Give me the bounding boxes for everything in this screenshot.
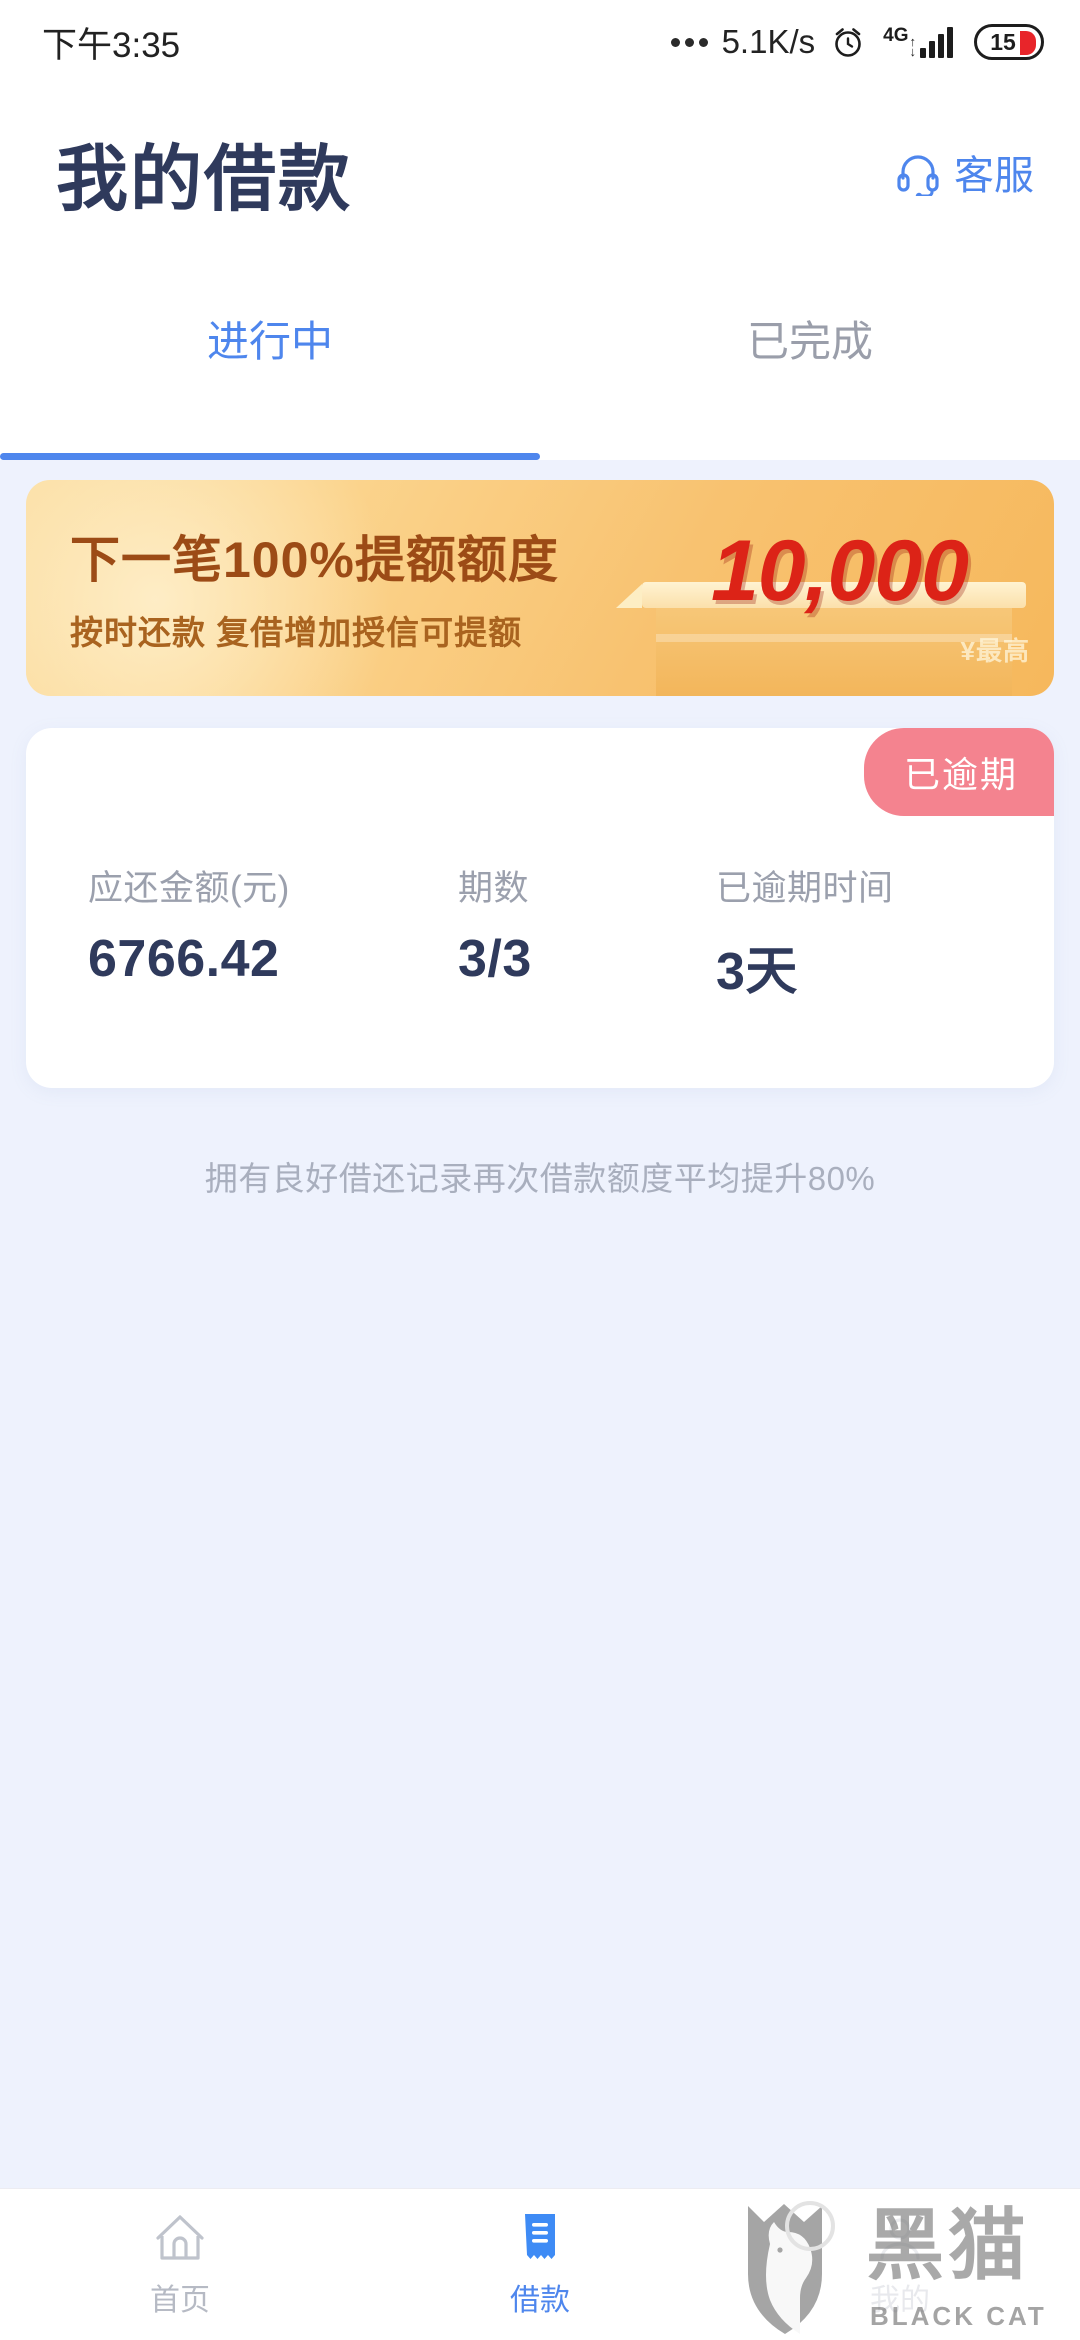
loan-card[interactable]: 已逾期 应还金额(元) 6766.42 期数 3/3 已逾期时间 3天: [26, 728, 1054, 1088]
stat-overdue-time-value: 3天: [716, 943, 798, 1001]
stat-repay-amount-label: 应还金额(元): [88, 869, 290, 908]
stat-installments-value: 3/3: [458, 930, 532, 988]
customer-service-label: 客服: [954, 154, 1034, 198]
stat-overdue-time: 已逾期时间 3天: [716, 860, 994, 1004]
banner-subtitle: 按时还款 复借增加授信可提额: [70, 614, 523, 651]
data-transfer-icon: ↑ ↓: [909, 34, 917, 59]
stat-installments-label: 期数: [458, 869, 530, 908]
nav-item-loan[interactable]: 借款: [360, 2189, 720, 2340]
nav-item-loan-label: 借款: [510, 2283, 570, 2317]
network-speed-text: 5.1K/s: [721, 23, 816, 60]
network-type-label: 4G: [883, 25, 909, 46]
status-bar-clock: 下午3:35: [42, 25, 181, 65]
stat-repay-amount: 应还金额(元) 6766.42: [88, 860, 458, 1004]
page-title: 我的借款: [56, 139, 353, 220]
stat-installments: 期数 3/3: [458, 860, 716, 1004]
headset-icon: [894, 148, 942, 200]
tab-in-progress[interactable]: 进行中: [0, 260, 540, 460]
status-bar: 下午3:35 5.1K/s 4G ↑ ↓ 15: [0, 0, 1080, 84]
credit-tip-note: 拥有良好借还记录再次借款额度平均提升80%: [204, 1160, 876, 1197]
nav-item-home[interactable]: 首页: [0, 2189, 360, 2340]
stat-repay-amount-value: 6766.42: [88, 930, 280, 988]
tab-in-progress-label: 进行中: [206, 318, 333, 365]
customer-service-button[interactable]: 客服: [894, 143, 1034, 201]
battery-icon: 15: [974, 24, 1044, 60]
receipt-icon: [513, 2211, 567, 2265]
credit-increase-banner[interactable]: 下一笔100%提额额度 按时还款 复借增加授信可提额 10,000 ¥最高: [26, 480, 1054, 696]
home-icon: [153, 2211, 207, 2265]
battery-level-label: 15: [990, 28, 1016, 55]
alarm-clock-icon: [831, 25, 865, 59]
tab-completed-label: 已完成: [746, 318, 873, 365]
more-dots-icon: [670, 37, 708, 47]
banner-amount: 10,000: [710, 523, 969, 619]
tab-completed[interactable]: 已完成: [540, 260, 1080, 460]
tab-active-indicator: [0, 453, 540, 460]
app-screen: 下午3:35 5.1K/s 4G ↑ ↓ 15 我的借款 客服 进行中 已完成 …: [0, 0, 1080, 2340]
bottom-navigation-bar: 首页 借款 我的: [0, 2188, 1080, 2340]
page-header: 我的借款 客服: [0, 84, 1080, 260]
loan-stats-row: 应还金额(元) 6766.42 期数 3/3 已逾期时间 3天: [26, 860, 1054, 1004]
tab-bar: 进行中 已完成: [0, 260, 1080, 460]
person-icon: [873, 2211, 927, 2265]
banner-max-label: ¥最高: [960, 636, 1030, 666]
stat-overdue-time-label: 已逾期时间: [716, 869, 894, 908]
banner-text-block: 下一笔100%提额额度 按时还款 复借增加授信可提额: [70, 520, 559, 654]
banner-title: 下一笔100%提额额度: [70, 532, 559, 588]
signal-bars-icon: 4G ↑ ↓: [883, 26, 953, 58]
nav-item-profile-label: 我的: [870, 2283, 930, 2317]
nav-item-profile[interactable]: 我的: [720, 2189, 1080, 2340]
status-bar-indicators: 5.1K/s 4G ↑ ↓ 15: [670, 23, 1044, 61]
status-badge: 已逾期: [863, 728, 1054, 816]
nav-item-home-label: 首页: [150, 2283, 210, 2317]
